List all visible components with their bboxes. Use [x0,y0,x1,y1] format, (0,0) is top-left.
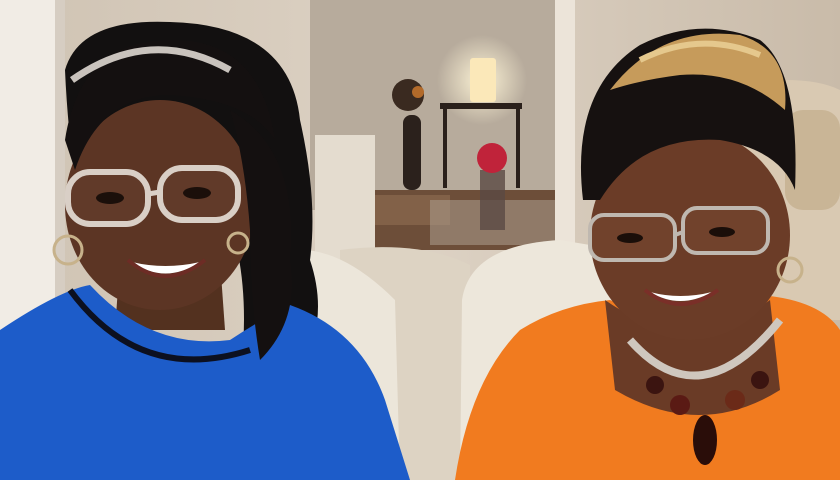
lamp [470,58,496,102]
scene-illustration [0,0,840,480]
vase [403,115,421,190]
center-couch-back [315,135,375,265]
video-frame [0,0,840,480]
side-table [440,103,522,109]
red-flowers [477,143,507,173]
